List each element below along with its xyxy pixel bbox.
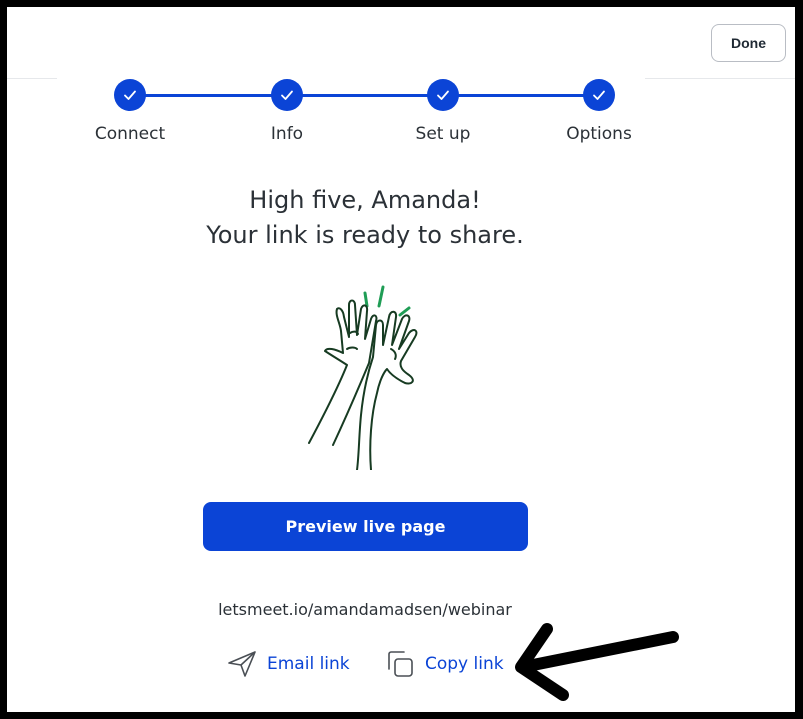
send-icon xyxy=(227,650,257,678)
copy-icon xyxy=(385,649,415,679)
headline-message: Your link is ready to share. xyxy=(206,221,524,249)
stepper-progress-line xyxy=(130,94,599,97)
step-complete-check-icon xyxy=(427,79,459,111)
preview-live-page-button[interactable]: Preview live page xyxy=(203,502,528,551)
copy-link-button[interactable]: Copy link xyxy=(385,647,504,681)
step-label: Options xyxy=(566,124,632,144)
step-complete-check-icon xyxy=(114,79,146,111)
share-success-dialog: Done Connect Info Set up Options High fi… xyxy=(7,7,795,712)
high-five-hands-illustration xyxy=(308,285,418,470)
share-link-url: letsmeet.io/amandamadsen/webinar xyxy=(218,600,512,619)
step-label: Info xyxy=(270,124,304,144)
email-link-button[interactable]: Email link xyxy=(227,647,350,681)
step-info: Info xyxy=(227,79,347,144)
success-headline: High five, Amanda! Your link is ready to… xyxy=(7,183,723,253)
copy-link-label: Copy link xyxy=(425,654,504,674)
step-label: Set up xyxy=(415,124,471,144)
step-connect: Connect xyxy=(70,79,190,144)
step-complete-check-icon xyxy=(583,79,615,111)
done-button[interactable]: Done xyxy=(711,24,786,62)
arrow-pointing-left-icon xyxy=(515,623,679,701)
step-complete-check-icon xyxy=(271,79,303,111)
step-label: Connect xyxy=(94,124,166,144)
step-set-up: Set up xyxy=(383,79,503,144)
headline-greeting: High five, Amanda! xyxy=(249,186,481,214)
email-link-label: Email link xyxy=(267,654,350,674)
step-options: Options xyxy=(539,79,659,144)
